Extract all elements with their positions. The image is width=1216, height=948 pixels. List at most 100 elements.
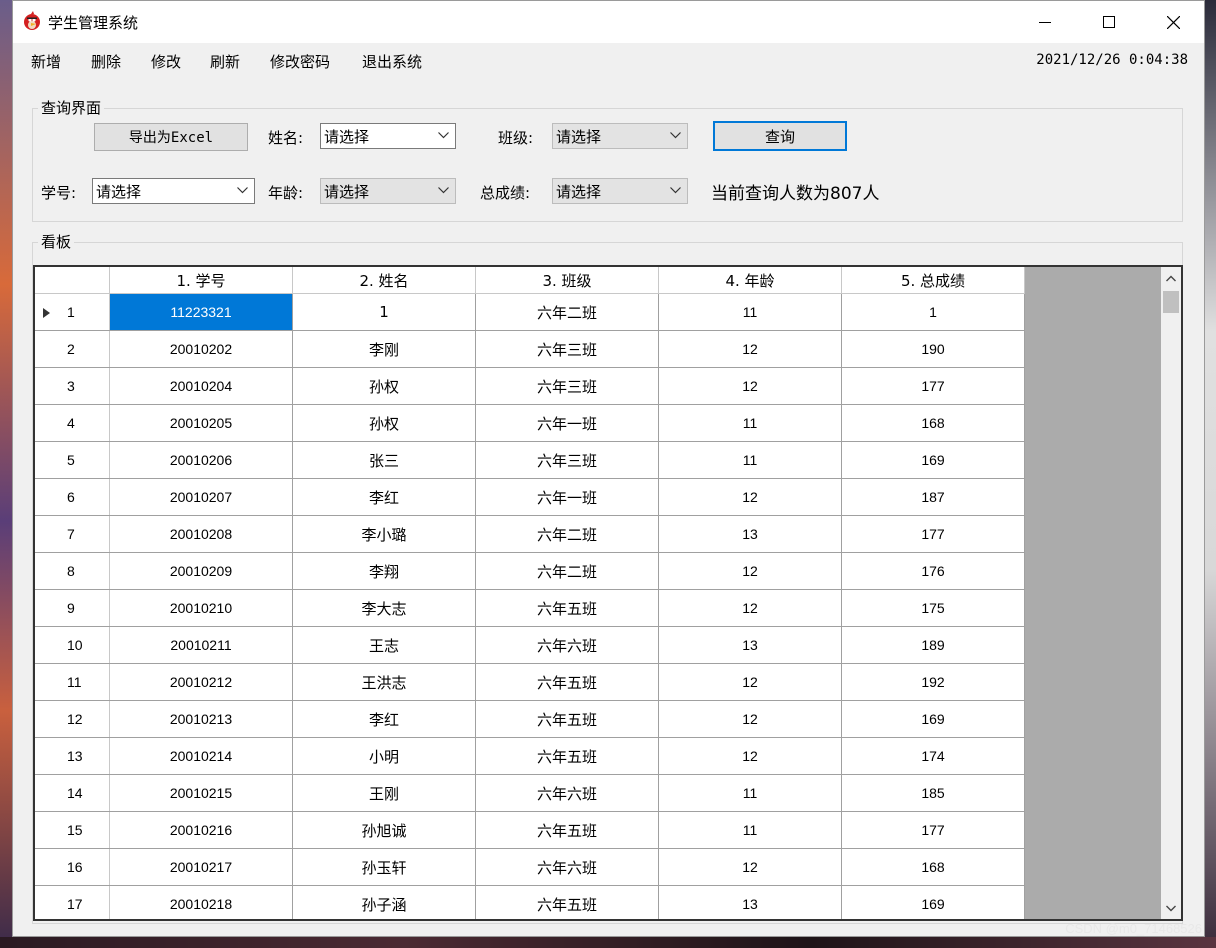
student-id-cell[interactable]: 20010209 [109,552,293,590]
table-row[interactable]: 12 20010213 李红 六年五班 12 169 [35,700,1025,738]
column-header-age[interactable]: 4. 年龄 [658,267,842,294]
row-header[interactable]: 8 [35,552,110,590]
total-score-cell[interactable]: 192 [841,663,1025,701]
class-cell[interactable]: 六年五班 [475,885,659,919]
age-cell[interactable]: 12 [658,663,842,701]
scroll-up-icon[interactable] [1166,275,1176,282]
table-row[interactable]: 8 20010209 李翔 六年二班 12 176 [35,552,1025,590]
student-id-cell[interactable]: 20010204 [109,367,293,405]
menu-refresh[interactable]: 刷新 [210,51,240,72]
name-cell[interactable]: 张三 [292,441,476,479]
name-cell[interactable]: 李小璐 [292,515,476,553]
row-header[interactable]: 2 [35,330,110,368]
total-score-cell[interactable]: 174 [841,737,1025,775]
table-row[interactable]: 5 20010206 张三 六年三班 11 169 [35,441,1025,479]
class-cell[interactable]: 六年三班 [475,441,659,479]
total-score-cell[interactable]: 177 [841,515,1025,553]
total-score-cell[interactable]: 169 [841,441,1025,479]
row-header[interactable]: 11 [35,663,110,701]
age-cell[interactable]: 12 [658,848,842,886]
age-cell[interactable]: 11 [658,404,842,442]
age-cell[interactable]: 12 [658,589,842,627]
class-cell[interactable]: 六年二班 [475,552,659,590]
row-header[interactable]: 3 [35,367,110,405]
class-select[interactable]: 请选择 [552,123,688,149]
row-header[interactable]: 7 [35,515,110,553]
age-cell[interactable]: 12 [658,700,842,738]
total-score-cell[interactable]: 168 [841,404,1025,442]
student-id-cell[interactable]: 20010206 [109,441,293,479]
total-score-cell[interactable]: 175 [841,589,1025,627]
name-cell[interactable]: 孙权 [292,404,476,442]
class-cell[interactable]: 六年五班 [475,700,659,738]
row-header[interactable]: 4 [35,404,110,442]
minimize-button[interactable] [1022,1,1068,43]
class-cell[interactable]: 六年六班 [475,626,659,664]
maximize-button[interactable] [1086,1,1132,43]
student-id-cell[interactable]: 20010218 [109,885,293,919]
column-header-total-score[interactable]: 5. 总成绩 [841,267,1025,294]
class-cell[interactable]: 六年六班 [475,848,659,886]
total-score-cell[interactable]: 169 [841,700,1025,738]
age-cell[interactable]: 12 [658,367,842,405]
row-header[interactable]: 12 [35,700,110,738]
column-header-student-id[interactable]: 1. 学号 [109,267,293,294]
row-header[interactable]: 17 [35,885,110,919]
scroll-down-icon[interactable] [1166,905,1176,912]
student-data-grid[interactable]: 1. 学号 2. 姓名 3. 班级 4. 年龄 5. 总成绩 1 11223321… [33,265,1183,921]
menu-exit[interactable]: 退出系统 [362,51,422,72]
name-cell[interactable]: 李大志 [292,589,476,627]
row-header[interactable]: 16 [35,848,110,886]
query-button[interactable]: 查询 [713,121,847,151]
age-cell[interactable]: 13 [658,515,842,553]
student-id-cell[interactable]: 20010210 [109,589,293,627]
table-row[interactable]: 13 20010214 小明 六年五班 12 174 [35,737,1025,775]
student-id-cell[interactable]: 20010213 [109,700,293,738]
table-row[interactable]: 7 20010208 李小璐 六年二班 13 177 [35,515,1025,553]
name-cell[interactable]: 1 [292,293,476,331]
total-score-cell[interactable]: 168 [841,848,1025,886]
table-row[interactable]: 1 11223321 1 六年二班 11 1 [35,293,1025,331]
age-cell[interactable]: 13 [658,626,842,664]
class-cell[interactable]: 六年六班 [475,774,659,812]
age-cell[interactable]: 13 [658,885,842,919]
row-header[interactable]: 5 [35,441,110,479]
class-cell[interactable]: 六年三班 [475,367,659,405]
student-id-cell[interactable]: 11223321 [109,293,293,331]
name-cell[interactable]: 小明 [292,737,476,775]
student-id-cell[interactable]: 20010211 [109,626,293,664]
total-score-select[interactable]: 请选择 [552,178,688,204]
row-header[interactable]: 13 [35,737,110,775]
name-cell[interactable]: 孙子涵 [292,885,476,919]
row-header[interactable]: 14 [35,774,110,812]
total-score-cell[interactable]: 169 [841,885,1025,919]
table-row[interactable]: 17 20010218 孙子涵 六年五班 13 169 [35,885,1025,919]
age-cell[interactable]: 11 [658,811,842,849]
age-cell[interactable]: 11 [658,441,842,479]
table-row[interactable]: 10 20010211 王志 六年六班 13 189 [35,626,1025,664]
close-button[interactable] [1150,1,1196,43]
total-score-cell[interactable]: 190 [841,330,1025,368]
class-cell[interactable]: 六年二班 [475,515,659,553]
student-id-select[interactable]: 请选择 [92,178,255,204]
name-select[interactable]: 请选择 [320,123,456,149]
table-row[interactable]: 11 20010212 王洪志 六年五班 12 192 [35,663,1025,701]
name-cell[interactable]: 王志 [292,626,476,664]
total-score-cell[interactable]: 177 [841,811,1025,849]
row-header[interactable]: 10 [35,626,110,664]
age-cell[interactable]: 12 [658,552,842,590]
age-cell[interactable]: 12 [658,330,842,368]
total-score-cell[interactable]: 177 [841,367,1025,405]
student-id-cell[interactable]: 20010207 [109,478,293,516]
student-id-cell[interactable]: 20010212 [109,663,293,701]
menu-add[interactable]: 新增 [31,51,61,72]
scrollbar-thumb[interactable] [1163,291,1179,313]
student-id-cell[interactable]: 20010208 [109,515,293,553]
age-select[interactable]: 请选择 [320,178,456,204]
name-cell[interactable]: 孙权 [292,367,476,405]
name-cell[interactable]: 李红 [292,700,476,738]
row-header[interactable]: 6 [35,478,110,516]
class-cell[interactable]: 六年三班 [475,330,659,368]
name-cell[interactable]: 李刚 [292,330,476,368]
name-cell[interactable]: 孙玉轩 [292,848,476,886]
